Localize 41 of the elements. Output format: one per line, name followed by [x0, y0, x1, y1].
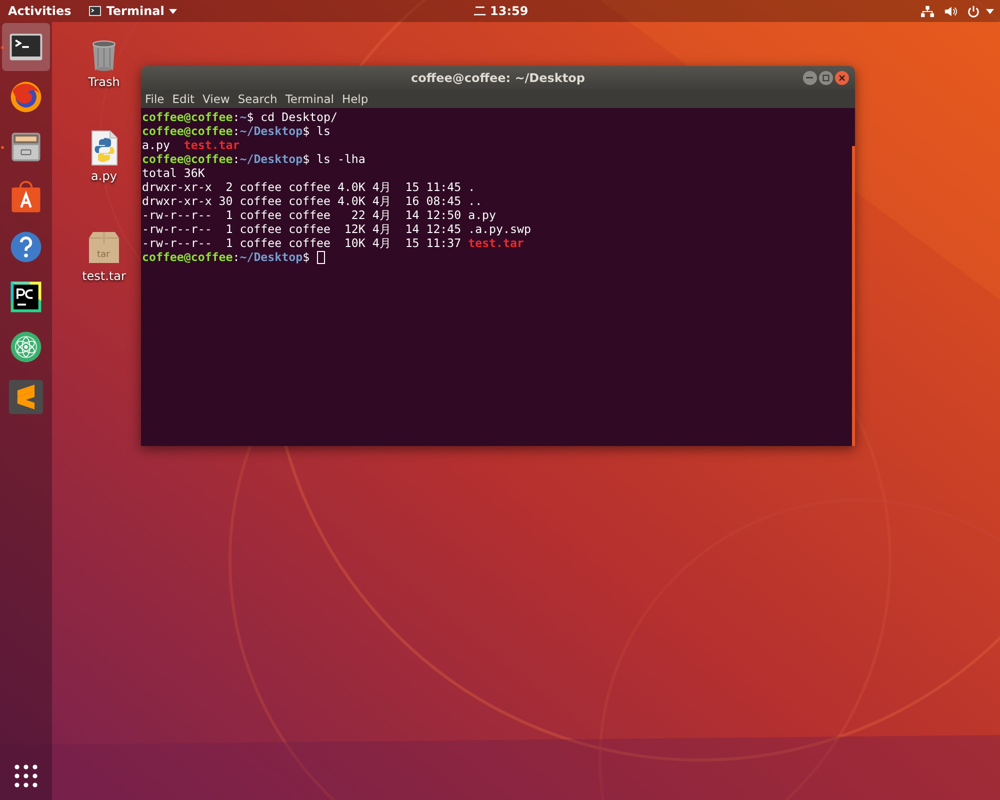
menu-item[interactable]: View	[202, 92, 230, 106]
terminal-line: coffee@coffee:~/Desktop$ ls	[142, 124, 330, 138]
terminal-line: coffee@coffee:~$ cd Desktop/	[142, 110, 338, 124]
caret-icon[interactable]	[986, 8, 994, 14]
activities-button[interactable]: Activities	[8, 4, 72, 18]
scrollbar[interactable]	[852, 146, 855, 446]
menu-item[interactable]: Search	[238, 92, 278, 106]
file-type-label: tar	[97, 250, 110, 260]
menu-item[interactable]: Help	[342, 92, 368, 106]
desktop-icon[interactable]: tar test.tar	[76, 228, 132, 283]
terminal-icon	[89, 6, 102, 16]
terminal-line: -rw-r--r-- 1 coffee coffee 12K 4月 14 12:45 .a.py.swp	[142, 222, 531, 236]
desktop-icon[interactable]: a.py	[76, 128, 132, 183]
terminal-line: drwxr-xr-x 2 coffee coffee 4.0K 4月 15 11:45 .	[142, 180, 476, 194]
window-title: coffee@coffee: ~/Desktop	[411, 71, 585, 85]
terminal-line: coffee@coffee:~/Desktop$	[142, 250, 325, 264]
minimize-icon	[806, 77, 814, 79]
app-menu[interactable]: Terminal	[89, 4, 178, 18]
file-name: a.py	[91, 169, 117, 183]
power-icon[interactable]	[967, 4, 980, 18]
minimize-button[interactable]	[802, 71, 817, 85]
close-button[interactable]	[834, 71, 849, 85]
volume-icon[interactable]	[944, 4, 957, 18]
menu-item[interactable]: File	[145, 92, 164, 106]
file-name: test.tar	[82, 269, 126, 283]
terminal-line: total 36K	[142, 166, 205, 180]
clock[interactable]: 二 13:59	[474, 2, 528, 20]
menu-item[interactable]: Edit	[172, 92, 195, 106]
terminal-line: drwxr-xr-x 30 coffee coffee 4.0K 4月 16 08:45 ..	[142, 194, 482, 208]
menu-item[interactable]: Terminal	[285, 92, 334, 106]
desktop-icon[interactable]: Trash	[76, 34, 132, 89]
terminal-line: -rw-r--r-- 1 coffee coffee 10K 4月 15 11:37 test.tar	[142, 236, 524, 250]
file-name: Trash	[88, 75, 120, 89]
maximize-button[interactable]	[818, 71, 833, 85]
terminal-line: a.py test.tar	[142, 138, 240, 152]
caret-icon	[169, 8, 178, 14]
network-icon[interactable]	[921, 4, 934, 18]
dock-item[interactable]	[2, 23, 50, 71]
terminal-line: coffee@coffee:~/Desktop$ ls -lha	[142, 152, 366, 166]
terminal-line: -rw-r--r-- 1 coffee coffee 22 4月 14 12:50 a.py	[142, 208, 496, 222]
show-apps-icon[interactable]	[14, 764, 38, 788]
